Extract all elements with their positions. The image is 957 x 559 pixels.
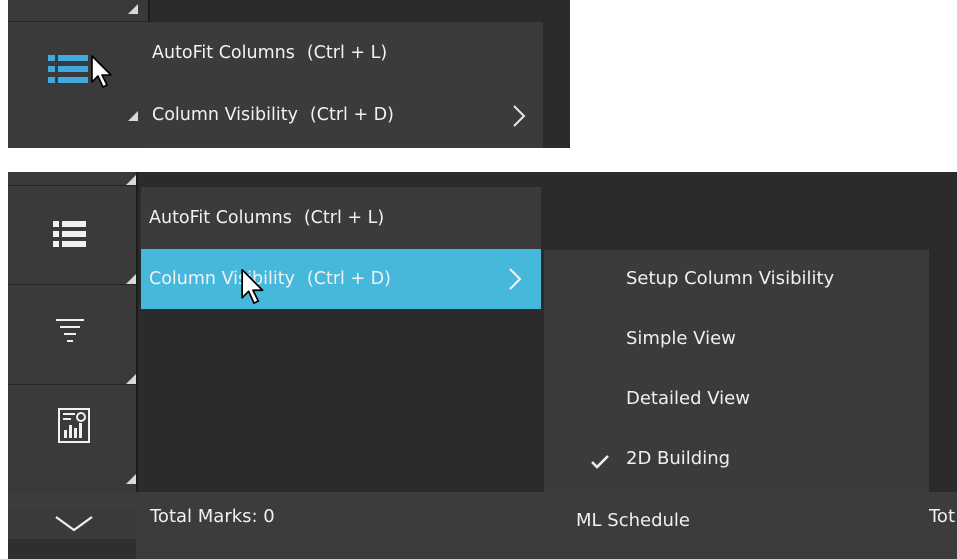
expand-corner-marker: [126, 274, 136, 284]
chevron-right-icon: [513, 105, 526, 127]
report-button[interactable]: [8, 384, 136, 484]
filter-button[interactable]: [8, 284, 136, 384]
top-screenshot-panel: AutoFit Columns (Ctrl + L) Column Visibi…: [8, 0, 570, 148]
menu-item-autofit-columns[interactable]: AutoFit Columns (Ctrl + L): [152, 36, 387, 70]
toolbar-rail: [8, 0, 150, 148]
menu-item-shortcut: (Ctrl + L): [306, 43, 388, 63]
rail-footer: [8, 539, 136, 559]
menu-item-column-visibility[interactable]: Column Visibility (Ctrl + D): [152, 98, 394, 132]
menu-item-label: AutoFit Columns: [152, 43, 295, 63]
mouse-cursor-icon: [241, 268, 264, 305]
column-options-menu: AutoFit Columns (Ctrl + L) Column Visibi…: [141, 187, 541, 309]
expand-corner-marker: [128, 4, 138, 14]
column-options-button[interactable]: [8, 185, 136, 284]
collapse-button[interactable]: [8, 509, 136, 539]
expand-corner-marker: [126, 175, 136, 185]
menu-item-shortcut: (Ctrl + L): [303, 208, 385, 228]
menu-item-label: AutoFit Columns: [149, 208, 292, 228]
menu-item-shortcut: (Ctrl + D): [309, 105, 394, 125]
submenu-item-detailed-view[interactable]: Detailed View: [626, 388, 750, 409]
truncated-label: Tot: [929, 506, 956, 527]
schedule-label: ML Schedule: [576, 510, 690, 531]
submenu-item-simple-view[interactable]: Simple View: [626, 328, 736, 349]
chevron-right-icon: [509, 268, 522, 290]
toolbar-rail: [8, 172, 138, 492]
menu-item-column-visibility[interactable]: Column Visibility (Ctrl + D): [141, 249, 541, 309]
submenu-item-setup-column-visibility[interactable]: Setup Column Visibility: [626, 268, 834, 289]
total-marks-label: Total Marks: 0: [150, 506, 275, 527]
bottom-screenshot-panel: Total Marks: 0 ML Schedule Tot AutoFit C…: [8, 172, 957, 559]
mouse-cursor-icon: [91, 55, 112, 88]
column-visibility-submenu: Setup Column Visibility Simple View Deta…: [544, 250, 929, 492]
menu-item-label: Column Visibility: [152, 105, 298, 125]
status-bar: Total Marks: 0 ML Schedule Tot: [8, 492, 957, 559]
report-icon: [58, 408, 90, 443]
submenu-item-2d-building[interactable]: 2D Building: [626, 448, 730, 469]
menu-item-label: Column Visibility: [149, 269, 295, 289]
expand-corner-marker: [128, 111, 138, 121]
chevron-down-icon: [55, 516, 93, 532]
column-options-menu: AutoFit Columns (Ctrl + L) Column Visibi…: [143, 22, 543, 148]
column-options-button[interactable]: [8, 21, 148, 121]
expand-corner-marker: [126, 474, 136, 484]
menu-item-shortcut: (Ctrl + D): [306, 269, 391, 289]
filter-icon: [56, 319, 84, 342]
menu-item-autofit-columns[interactable]: AutoFit Columns (Ctrl + L): [149, 201, 384, 235]
expand-corner-marker: [126, 374, 136, 384]
list-icon: [53, 221, 86, 247]
checkmark-icon: [591, 455, 609, 469]
